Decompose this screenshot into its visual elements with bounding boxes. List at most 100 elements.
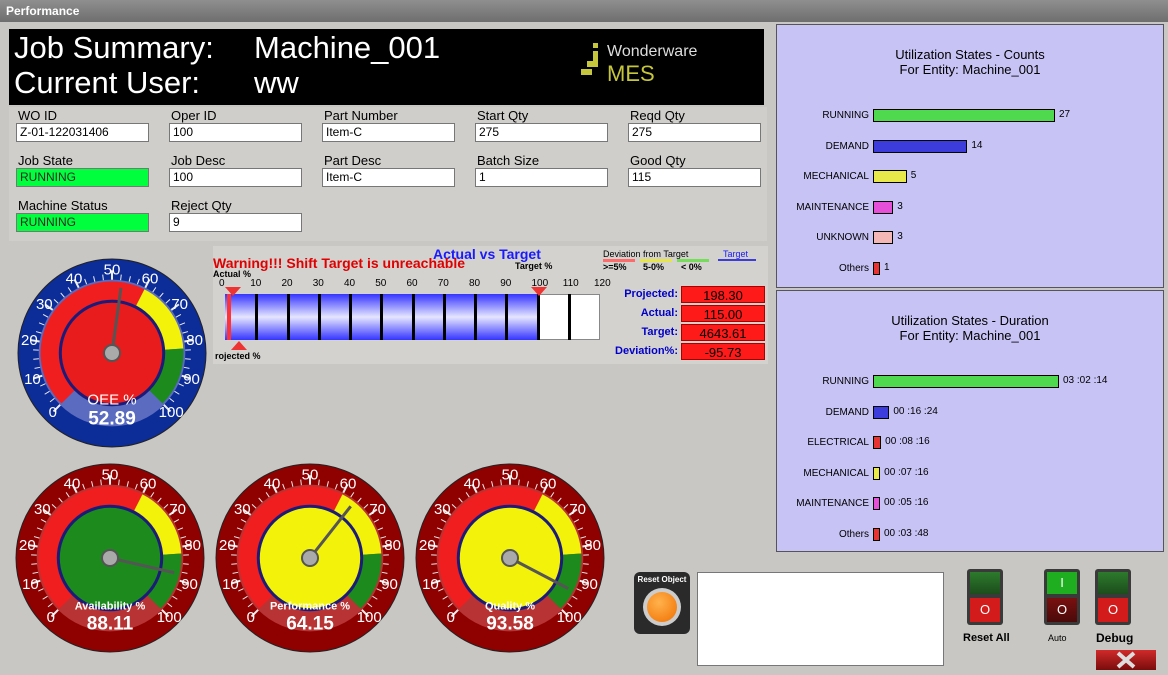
chart-row-label: MECHANICAL <box>803 467 869 479</box>
part-number-field[interactable]: Item-C <box>322 123 455 142</box>
reset-all-switch-top <box>970 572 1000 594</box>
gauge-tick-label: 50 <box>104 261 121 278</box>
window-title-bar: Performance <box>0 0 1168 22</box>
gauge-tick-label: 30 <box>434 501 451 518</box>
reset-all-label: Reset All <box>963 632 1010 644</box>
reset-object-button[interactable]: Reset Object <box>634 572 690 634</box>
chart-row-label: RUNNING <box>822 110 869 121</box>
avt-scale-tick-label: 30 <box>312 278 324 289</box>
debug-label: Debug <box>1096 631 1134 645</box>
machine-status-label: Machine Status <box>18 198 108 213</box>
counts-subtitle: For Entity: Machine_001 <box>899 62 1041 77</box>
job-summary-header: Job Summary: Machine_001 Current User: w… <box>9 29 764 105</box>
job-summary-label: Job Summary: <box>14 30 214 65</box>
gauge-label: Availability % <box>75 601 146 613</box>
gauge-tick-label: 70 <box>171 296 188 313</box>
chart-row-label: MAINTENANCE <box>796 201 869 213</box>
utilization-duration-panel: Utilization States - Duration For Entity… <box>776 290 1164 552</box>
gauge-tick-label: 60 <box>340 475 357 492</box>
counts-title: Utilization States - Counts <box>895 47 1045 62</box>
gauge-tick-label: 80 <box>184 537 201 554</box>
gauge-hub <box>103 344 121 362</box>
chart-bar-value: 00 :03 :48 <box>884 527 929 539</box>
gauge-label: Quality % <box>485 601 535 613</box>
gauge-tick-label: 60 <box>540 475 557 492</box>
wo-id-field[interactable]: Z-01-122031406 <box>16 123 149 142</box>
auto-label: Auto <box>1048 633 1067 643</box>
chart-bar-value: 3 <box>897 231 903 242</box>
debug-switch-top <box>1098 572 1128 594</box>
window-title: Performance <box>6 4 80 18</box>
gauge-tick <box>318 479 320 486</box>
gauge-tick-label: 90 <box>181 576 198 593</box>
reqd-qty-field[interactable]: 275 <box>628 123 761 142</box>
reset-object-light-icon <box>647 592 677 622</box>
chart-bar-value: 3 <box>897 200 903 212</box>
job-desc-field[interactable]: 100 <box>169 168 302 187</box>
part-desc-field[interactable]: Item-C <box>322 168 455 187</box>
logo-text-wonderware: Wonderware <box>607 43 698 60</box>
start-qty-field[interactable]: 275 <box>475 123 608 142</box>
chart-bar <box>873 405 890 419</box>
chart-bar-value: 00 :05 :16 <box>884 497 929 508</box>
gauge-tick-label: 30 <box>36 296 53 313</box>
avt-scale-tick <box>536 294 540 340</box>
gauge-value: 88.11 <box>87 613 134 634</box>
gauge-tick-label: 70 <box>169 501 186 518</box>
avt-stat-value: 115.00 <box>681 305 765 322</box>
gauge-tick-label: 90 <box>581 576 598 593</box>
gauge-label: OEE % <box>87 392 136 409</box>
gauge-hub <box>501 549 519 567</box>
good-qty-field[interactable]: 115 <box>628 168 761 187</box>
legend-item-low: < 0% <box>681 262 702 272</box>
avt-scale-tick <box>567 294 571 340</box>
projected-pct-label: rojected % <box>215 351 261 361</box>
gauge-value: 93.58 <box>486 613 534 634</box>
chart-bar <box>873 231 894 244</box>
chart-row-label: ELECTRICAL <box>807 437 869 448</box>
gauge-tick <box>118 479 120 486</box>
target-marker-icon <box>531 287 547 296</box>
actual-vs-target-panel: Actual vs Target Warning!!! Shift Target… <box>213 246 768 364</box>
message-box[interactable] <box>697 572 944 666</box>
chart-bar-value: 27 <box>1059 109 1071 120</box>
debug-switch[interactable]: O <box>1095 569 1131 625</box>
projected-marker-bar <box>227 294 231 340</box>
gauge-hub <box>301 549 319 567</box>
gauge-tick-label: 100 <box>357 609 382 626</box>
part-number-label: Part Number <box>324 108 398 123</box>
close-button[interactable] <box>1096 650 1156 670</box>
reset-object-label: Reset Object <box>637 575 687 584</box>
oee-gauge: 0 10 20 30 40 50 60 70 80 90 100 OEE %52.89 <box>17 258 207 448</box>
avt-stat-label: Actual: <box>640 307 678 319</box>
chart-bar <box>873 109 1055 122</box>
avt-scale-tick-label: 20 <box>281 278 293 289</box>
legend-item-high: >=5% <box>603 262 627 272</box>
good-qty-label: Good Qty <box>630 153 686 168</box>
gauge-tick-label: 40 <box>264 475 281 492</box>
job-fields-panel: WO ID Z-01-122031406 Oper ID 100 Part Nu… <box>9 107 767 241</box>
chart-row-label: DEMAND <box>825 406 869 418</box>
gauge-tick-label: 80 <box>584 537 601 554</box>
gauge-tick-label: 0 <box>247 609 255 626</box>
debug-switch-off: O <box>1098 598 1128 622</box>
gauge-label: Performance % <box>270 601 350 613</box>
gauge-tick-label: 80 <box>186 332 203 349</box>
gauge-tick-label: 20 <box>19 537 36 554</box>
gauge-tick-label: 60 <box>142 270 159 287</box>
avt-stat-value: 4643.61 <box>681 324 765 341</box>
gauge-tick-label: 10 <box>222 576 239 593</box>
performance-gauge: 0 10 20 30 40 50 60 70 80 90 100 Performance %64.15 <box>215 463 405 653</box>
reset-all-switch[interactable]: O <box>967 569 1003 625</box>
batch-size-field[interactable]: 1 <box>475 168 608 187</box>
chart-bar <box>873 497 880 510</box>
auto-switch[interactable]: I O <box>1044 569 1080 625</box>
legend-target-label: Target <box>723 249 749 259</box>
reject-qty-field[interactable]: 9 <box>169 213 302 232</box>
gauge-tick-label: 60 <box>140 475 157 492</box>
avt-stat-value: -95.73 <box>681 343 765 360</box>
oper-id-field[interactable]: 100 <box>169 123 302 142</box>
avt-stat-label: Target: <box>641 326 678 338</box>
target-pct-label: Target % <box>515 261 553 271</box>
gauge-tick-label: 0 <box>49 404 57 421</box>
